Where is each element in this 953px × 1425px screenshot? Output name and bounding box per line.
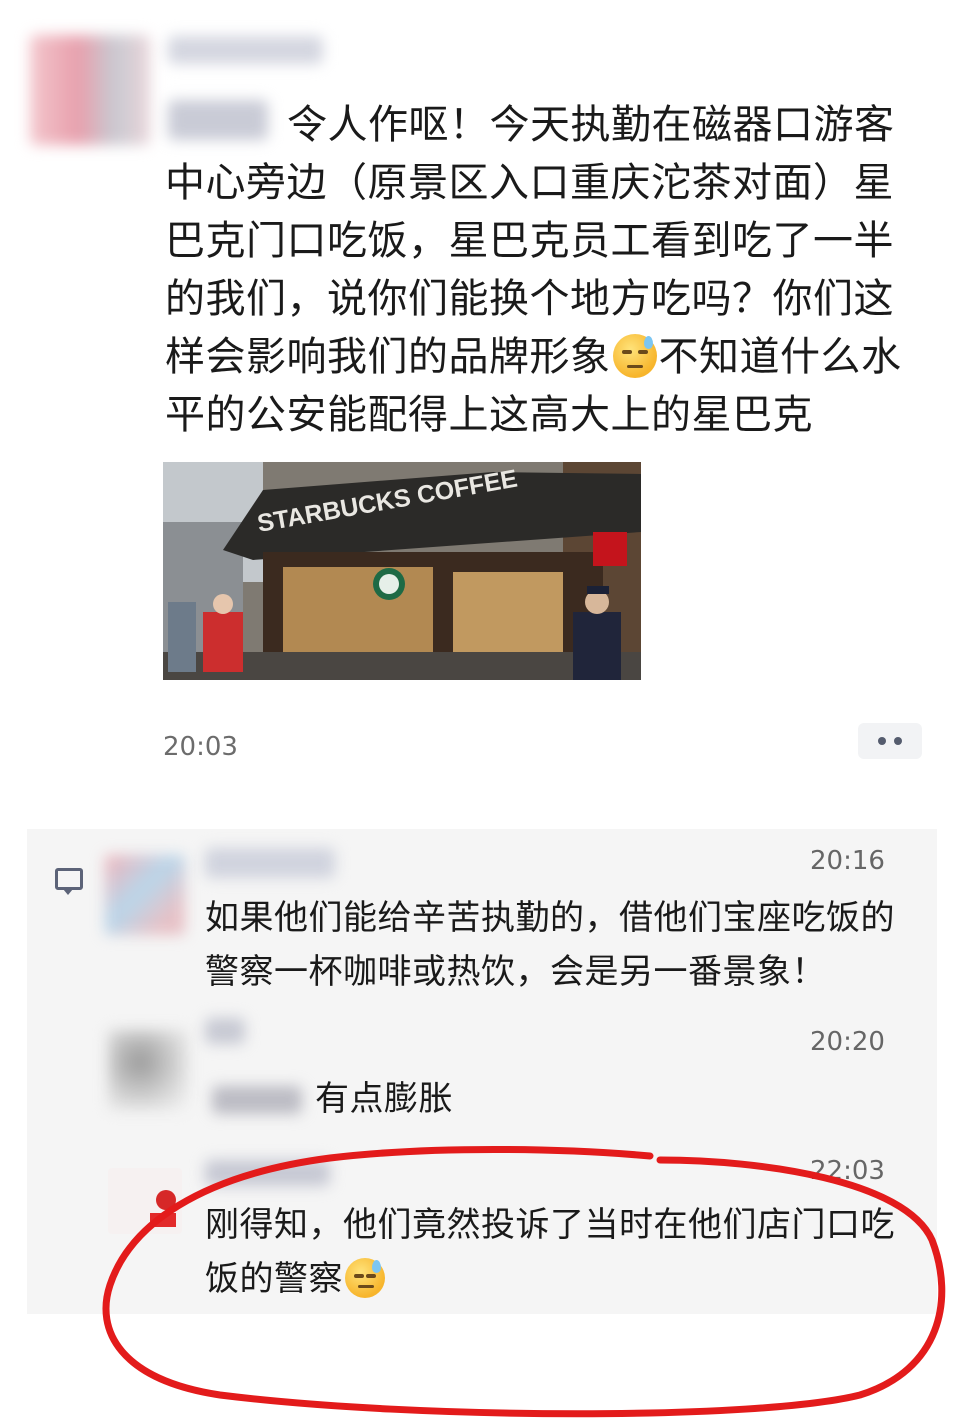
commenter-name[interactable] xyxy=(205,1160,330,1186)
comment-text: 刚得知，他们竟然投诉了当时在他们店门口吃饭的警察 xyxy=(205,1205,895,1299)
more-dots-icon xyxy=(878,737,886,745)
comment-time: 22:03 xyxy=(810,1156,885,1186)
comment-icon xyxy=(55,868,83,895)
commenter-name[interactable] xyxy=(205,1018,245,1044)
post-text: 令人作呕！今天执勤在磁器口游客中心旁边（原景区入口重庆沱茶对面）星巴克门口吃饭，… xyxy=(165,102,902,438)
comment-time: 20:16 xyxy=(810,846,885,876)
comment-text: 如果他们能给辛苦执勤的，借他们宝座吃饭的警察一杯咖啡或热饮，会是另一番景象！ xyxy=(205,898,895,992)
commenter-name xyxy=(212,1086,302,1114)
more-button[interactable] xyxy=(858,723,922,759)
comment-text: 有点膨胀 xyxy=(315,1079,453,1119)
avatar[interactable] xyxy=(108,1030,188,1110)
unamused-sweat-emoji-icon xyxy=(345,1258,385,1298)
post-time: 20:03 xyxy=(163,732,238,762)
poster-name[interactable] xyxy=(168,36,323,64)
avatar[interactable] xyxy=(105,855,185,935)
post-image[interactable]: STARBUCKS COFFEE xyxy=(163,462,641,680)
sweat-squint-emoji-icon xyxy=(612,334,657,378)
avatar[interactable] xyxy=(108,1168,182,1234)
comment-time: 20:20 xyxy=(810,1027,885,1057)
poster-avatar[interactable] xyxy=(30,35,150,145)
commenter-name[interactable] xyxy=(205,848,335,878)
